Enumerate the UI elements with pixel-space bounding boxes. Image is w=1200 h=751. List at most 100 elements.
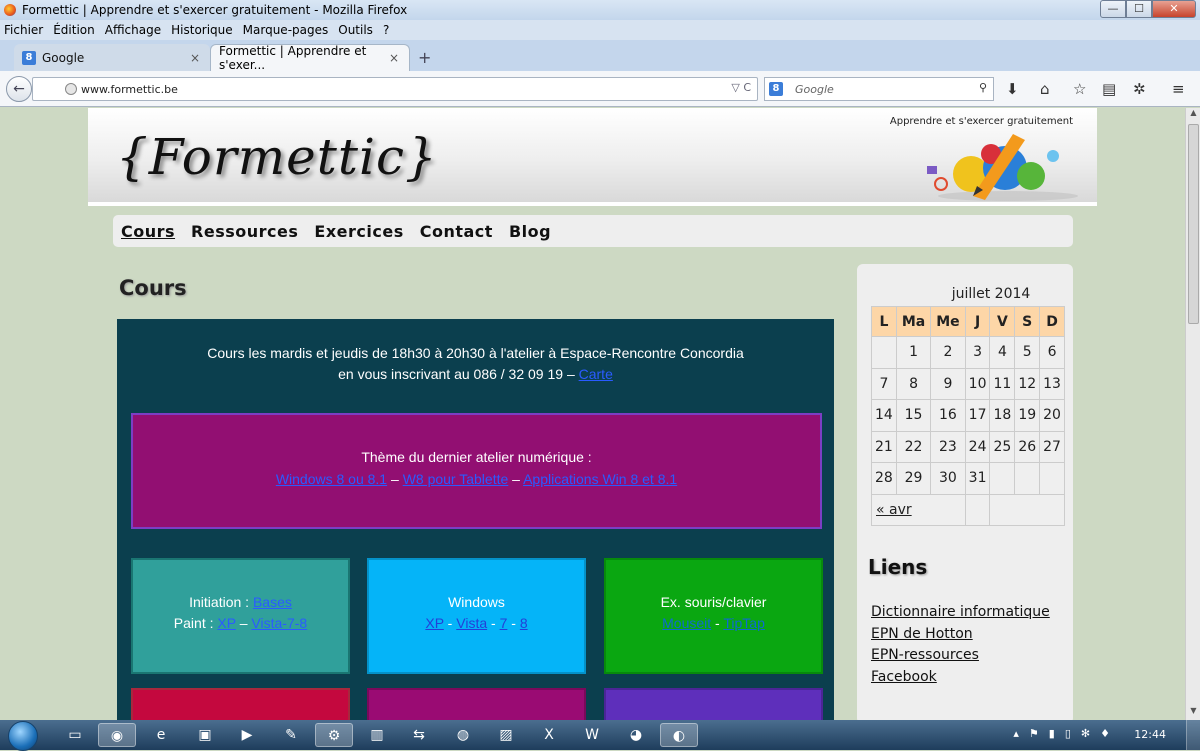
nav-cours[interactable]: Cours xyxy=(121,222,175,241)
explorer-icon[interactable]: ▭ xyxy=(56,723,94,747)
tiptap-link[interactable]: TipTap xyxy=(723,615,765,631)
search-input[interactable]: 8 Google ⚲ xyxy=(764,77,994,101)
messenger-icon[interactable]: ◐ xyxy=(660,723,698,747)
carte-link[interactable]: Carte xyxy=(579,366,613,382)
window-title: Formettic | Apprendre et s'exercer gratu… xyxy=(22,3,408,17)
download-icon[interactable]: ⬇ xyxy=(1006,80,1019,98)
excel-icon[interactable]: X xyxy=(530,723,568,747)
page-viewport: {Formettic} Apprendre et s'exercer gratu… xyxy=(0,108,1185,720)
pencil-illustration-icon xyxy=(927,134,1078,201)
menu-help[interactable]: ? xyxy=(383,23,389,37)
bookmark-star-icon[interactable]: ☆ xyxy=(1073,80,1086,98)
new-tab-button[interactable]: + xyxy=(418,48,431,67)
menu-outils[interactable]: Outils xyxy=(338,23,373,37)
scroll-up-icon[interactable]: ▲ xyxy=(1186,108,1200,122)
url-text: www.formettic.be xyxy=(81,82,178,96)
firefox-icon[interactable]: ◉ xyxy=(98,723,136,747)
calendar-header: L xyxy=(871,306,897,337)
calendar-day: 10 xyxy=(964,367,991,400)
calendar-prev-link[interactable]: « avr xyxy=(876,502,912,518)
close-button[interactable]: ✕ xyxy=(1152,0,1196,18)
settings-gear-icon[interactable]: ✲ xyxy=(1133,80,1146,98)
screen-icon[interactable]: ▣ xyxy=(186,723,224,747)
network-icon[interactable]: ▮ xyxy=(1049,727,1055,740)
gimp-icon[interactable]: ◕ xyxy=(617,723,655,747)
tile-magenta xyxy=(367,688,586,720)
firefox-icon xyxy=(4,4,16,16)
windows-xp-link[interactable]: XP xyxy=(425,615,443,631)
windows8-link[interactable]: Windows 8 ou 8.1 xyxy=(276,471,387,487)
search-icon[interactable]: ⚲ xyxy=(979,81,987,94)
site-navigation: Cours Ressources Exercices Contact Blog xyxy=(113,215,1073,247)
separator: – xyxy=(387,471,403,487)
window-titlebar: Formettic | Apprendre et s'exercer gratu… xyxy=(0,0,1200,20)
menu-historique[interactable]: Historique xyxy=(171,23,233,37)
liens-item[interactable]: Dictionnaire informatique xyxy=(871,602,1050,624)
nav-ressources[interactable]: Ressources xyxy=(191,222,298,241)
course-panel: Cours les mardis et jeudis de 18h30 à 20… xyxy=(117,319,834,720)
url-controls[interactable]: ▽ C xyxy=(731,81,751,94)
calendar-day xyxy=(1014,462,1041,495)
tab-close-icon[interactable]: × xyxy=(389,51,399,65)
menu-edition[interactable]: Édition xyxy=(53,23,95,37)
nav-blog[interactable]: Blog xyxy=(509,222,551,241)
paint-xp-link[interactable]: XP xyxy=(217,615,235,631)
w8-tablette-link[interactable]: W8 pour Tablette xyxy=(403,471,509,487)
windows-8-link[interactable]: 8 xyxy=(520,615,528,631)
menu-affichage[interactable]: Affichage xyxy=(105,23,161,37)
search-engine-icon[interactable]: 8 xyxy=(769,82,783,96)
battery-icon[interactable]: ▯ xyxy=(1065,727,1071,740)
media-player-icon[interactable]: ▶ xyxy=(228,723,266,747)
scrollbar-thumb[interactable] xyxy=(1188,124,1199,324)
start-button[interactable] xyxy=(8,721,38,751)
home-icon[interactable]: ⌂ xyxy=(1040,80,1050,98)
dropbox-icon[interactable]: ♦ xyxy=(1100,727,1110,740)
action-center-icon[interactable]: ⚑ xyxy=(1029,727,1039,740)
show-desktop-button[interactable] xyxy=(1186,720,1200,750)
image-viewer-icon[interactable]: ▨ xyxy=(487,723,525,747)
transfer-icon[interactable]: ⇆ xyxy=(400,723,438,747)
paint-icon[interactable]: ✎ xyxy=(272,723,310,747)
url-bar[interactable]: www.formettic.be ▽ C xyxy=(32,77,758,101)
vertical-scrollbar[interactable]: ▲ ▼ xyxy=(1185,108,1200,720)
mouseit-link[interactable]: Mouseit xyxy=(662,615,711,631)
minimize-button[interactable]: — xyxy=(1100,0,1126,18)
tray-expand-icon[interactable]: ▴ xyxy=(1013,727,1019,740)
paint-vista-link[interactable]: Vista-7-8 xyxy=(251,615,307,631)
liens-item[interactable]: EPN-ressources xyxy=(871,645,1050,667)
liens-item[interactable]: EPN de Hotton xyxy=(871,624,1050,646)
site-logo[interactable]: {Formettic} xyxy=(116,128,438,186)
taskbar-clock[interactable]: 12:44 xyxy=(1134,728,1166,741)
sidebar: juillet 2014 L Ma Me J V S D 1 2 3 4 5 6… xyxy=(857,264,1073,720)
menu-fichier[interactable]: Fichier xyxy=(4,23,43,37)
applications-win8-link[interactable]: Applications Win 8 et 8.1 xyxy=(523,471,677,487)
calendar-header: D xyxy=(1039,306,1065,337)
hamburger-menu-icon[interactable]: ≡ xyxy=(1172,80,1185,98)
menu-marque-pages[interactable]: Marque-pages xyxy=(243,23,329,37)
globe-icon xyxy=(65,83,77,95)
maximize-button[interactable]: ☐ xyxy=(1126,0,1152,18)
calendar-day: 23 xyxy=(930,430,966,463)
chrome-icon[interactable]: ◍ xyxy=(444,723,482,747)
liens-list: Dictionnaire informatique EPN de Hotton … xyxy=(871,602,1050,688)
bases-link[interactable]: Bases xyxy=(253,594,292,610)
tool-icon[interactable]: ⚙ xyxy=(315,723,353,747)
liens-item[interactable]: Facebook xyxy=(871,667,1050,689)
calendar-day: 6 xyxy=(1039,336,1065,369)
tab-google[interactable]: 8 Google × xyxy=(14,44,210,71)
tab-formettic[interactable]: Formettic | Apprendre et s'exer... × xyxy=(210,44,410,72)
back-button[interactable]: ← xyxy=(6,76,32,102)
tab-close-icon[interactable]: × xyxy=(190,51,200,65)
bluetooth-icon[interactable]: ✻ xyxy=(1081,727,1090,740)
scroll-down-icon[interactable]: ▼ xyxy=(1186,706,1200,720)
tile-red xyxy=(131,688,350,720)
reading-list-icon[interactable]: ▤ xyxy=(1102,80,1116,98)
notepad-icon[interactable]: ▥ xyxy=(358,723,396,747)
tile-purple xyxy=(604,688,823,720)
word-icon[interactable]: W xyxy=(573,723,611,747)
nav-contact[interactable]: Contact xyxy=(420,222,493,241)
internet-explorer-icon[interactable]: e xyxy=(142,723,180,747)
calendar-footer-cell xyxy=(989,493,1065,526)
windows-vista-link[interactable]: Vista xyxy=(456,615,487,631)
nav-exercices[interactable]: Exercices xyxy=(314,222,403,241)
